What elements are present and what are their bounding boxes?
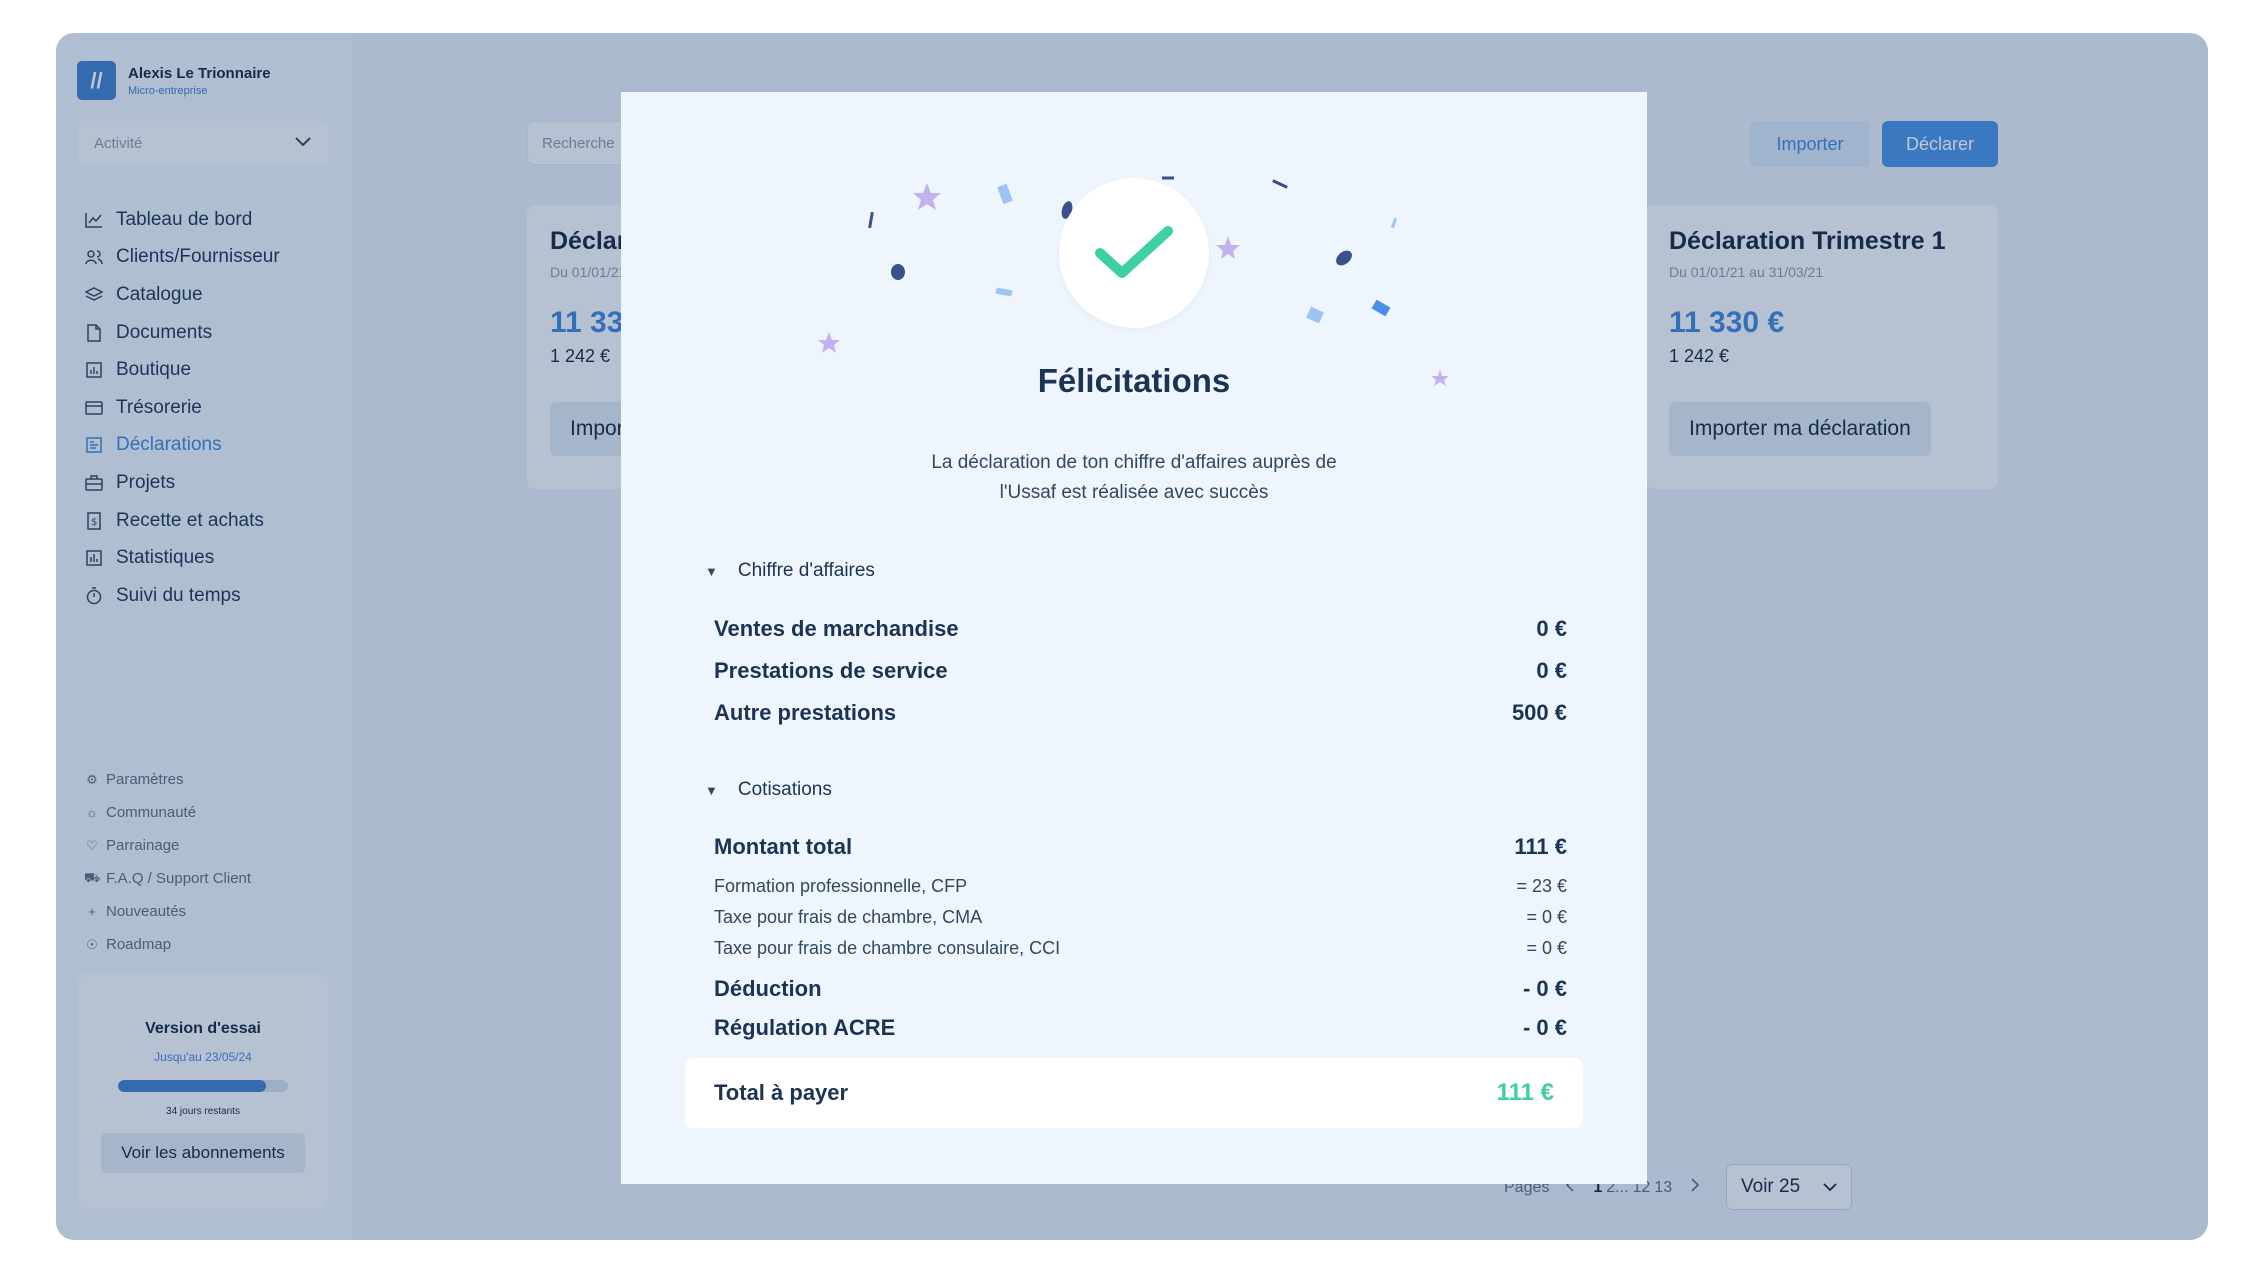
row-value: 0 €	[1536, 658, 1567, 683]
row-label: Autre prestations	[714, 700, 897, 725]
row-value: 111 €	[1514, 834, 1567, 859]
contribution-detail-row: Taxe pour frais de chambre, CMA = 0 €	[714, 907, 1567, 928]
deduction-row: Déduction - 0 €	[714, 976, 1567, 1002]
contribution-detail-row: Formation professionnelle, CFP = 23 €	[714, 876, 1567, 897]
row-label: Ventes de marchandise	[714, 616, 959, 641]
row-label: Prestations de service	[714, 658, 948, 683]
row-value: 0 €	[1536, 616, 1567, 641]
row-value: = 23 €	[1516, 876, 1567, 896]
total-to-pay: Total à payer 111 €	[685, 1058, 1583, 1128]
revenue-section-toggle[interactable]: ▼ Chiffre d'affaires	[705, 560, 875, 582]
section-title: Cotisations	[737, 779, 832, 800]
checkmark-icon	[1095, 226, 1173, 278]
row-label: Taxe pour frais de chambre, CMA	[714, 907, 983, 927]
total-value: 111 €	[1496, 1079, 1554, 1106]
row-value: 500 €	[1511, 700, 1567, 725]
modal-title: Félicitations	[1037, 362, 1231, 399]
modal-message-line: l'Ussaf est réalisée avec succès	[999, 482, 1269, 503]
triangle-down-icon: ▼	[705, 563, 718, 579]
row-value: = 0 €	[1526, 938, 1567, 958]
row-value: = 0 €	[1526, 907, 1567, 927]
row-value: - 0 €	[1522, 1015, 1567, 1040]
success-modal: Félicitations La déclaration de ton chif…	[621, 92, 1647, 1184]
row-label: Montant total	[714, 834, 853, 859]
revenue-row: Ventes de marchandise 0 €	[714, 616, 1567, 642]
success-check	[1059, 178, 1209, 328]
row-value: - 0 €	[1522, 976, 1567, 1001]
revenue-row: Prestations de service 0 €	[714, 658, 1567, 684]
row-label: Régulation ACRE	[714, 1015, 896, 1040]
acre-row: Régulation ACRE - 0 €	[714, 1015, 1567, 1041]
section-title: Chiffre d'affaires	[737, 560, 875, 581]
total-label: Total à payer	[714, 1080, 849, 1105]
row-label: Taxe pour frais de chambre consulaire, C…	[714, 938, 1061, 958]
row-label: Déduction	[714, 976, 822, 1001]
modal-message-line: La déclaration de ton chiffre d'affaires…	[931, 452, 1337, 473]
row-label: Formation professionnelle, CFP	[714, 876, 968, 896]
triangle-down-icon: ▼	[705, 782, 718, 798]
revenue-row: Autre prestations 500 €	[714, 700, 1567, 726]
contribution-total-row: Montant total 111 €	[714, 834, 1567, 860]
modal-message: La déclaration de ton chiffre d'affaires…	[891, 448, 1377, 508]
contributions-section-toggle[interactable]: ▼ Cotisations	[705, 779, 832, 801]
contribution-detail-row: Taxe pour frais de chambre consulaire, C…	[714, 938, 1567, 959]
